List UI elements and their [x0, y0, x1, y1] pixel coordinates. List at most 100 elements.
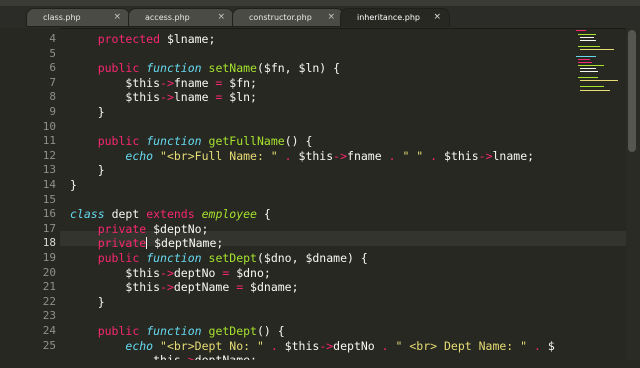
code-line: }	[70, 295, 105, 310]
line-number-gutter: 4 5 6 7 8 9 10 11 12 13 14 15 16 17 18 19 20 21 22 23 24 25	[0, 28, 60, 360]
code-line: }	[70, 105, 105, 120]
code-token: public	[97, 61, 140, 76]
code-token: ->	[181, 353, 195, 360]
minimap-line	[576, 56, 596, 57]
code-line: }	[70, 163, 105, 178]
scrollbar-thumb[interactable]	[628, 30, 636, 152]
code-line: echo "<br>Full Name: " . $this->fname . …	[70, 149, 534, 164]
code-editor[interactable]: protected $lname; public function setNam…	[70, 28, 626, 360]
code-token: () {	[284, 134, 313, 149]
code-token: function	[146, 134, 202, 149]
tab-label: constructor.php	[249, 13, 312, 22]
line-number	[0, 353, 56, 368]
line-number: 14	[42, 178, 56, 191]
code-line: public function getDept() {	[70, 324, 285, 339]
line-number: 12	[42, 148, 56, 162]
code-token: function	[146, 251, 202, 265]
tab-constructor-php[interactable]: constructor.php ×	[232, 8, 344, 27]
tab-inheritance-php[interactable]: inheritance.php ×	[340, 8, 450, 27]
code-token: deptName;	[195, 353, 257, 360]
line-number: 19	[42, 251, 56, 264]
code-token: fname	[173, 75, 216, 90]
close-icon[interactable]: ×	[217, 9, 225, 26]
line-number: 18	[42, 236, 56, 250]
code-line: class dept extends employee {	[70, 207, 271, 222]
code-token: deptNo	[173, 265, 223, 280]
code-token: ->	[319, 338, 334, 353]
minimap-line	[578, 77, 598, 78]
code-token: public	[97, 324, 140, 338]
code-line: protected $lname;	[70, 32, 216, 47]
minimap-line	[580, 49, 614, 50]
minimap[interactable]	[574, 28, 626, 98]
code-token: getDept	[208, 324, 257, 338]
tab-class-php[interactable]: class.php ×	[26, 8, 130, 27]
line-number: 7	[49, 75, 56, 89]
code-token: $dno;	[229, 265, 271, 280]
code-token: }	[97, 294, 105, 309]
code-token: {	[256, 207, 271, 222]
line-number: 23	[42, 309, 56, 323]
code-token: $	[540, 338, 555, 353]
code-line: public function setName($fn, $ln) {	[70, 61, 340, 76]
code-token: deptNo	[333, 338, 382, 353]
minimap-line	[580, 90, 610, 91]
code-token: this	[153, 353, 181, 360]
code-token: private	[97, 221, 147, 236]
line-number: 5	[49, 46, 56, 60]
code-token: $deptName;	[147, 236, 224, 251]
close-icon[interactable]: ×	[433, 9, 441, 26]
code-token: $this	[291, 148, 334, 163]
minimap-line	[576, 30, 586, 31]
minimap-line	[580, 80, 618, 81]
code-token: $this	[277, 338, 320, 353]
line-number: 22	[42, 294, 56, 308]
code-token: lname	[173, 90, 216, 105]
code-token: ->	[160, 280, 174, 295]
code-token: setDept	[208, 251, 257, 265]
minimap-line	[580, 37, 594, 38]
minimap-line	[580, 40, 596, 41]
code-line: public function setDept($dno, $dname) {	[70, 251, 368, 266]
code-token: $dname;	[243, 280, 299, 295]
code-token: ->	[160, 265, 174, 280]
code-token: ->	[160, 90, 174, 105]
code-token: public	[97, 134, 140, 149]
code-token: employee	[201, 207, 257, 222]
line-number: 8	[49, 90, 56, 104]
minimap-line	[578, 34, 596, 35]
code-line: $this->deptNo = $dno;	[70, 265, 271, 281]
line-number: 13	[42, 163, 56, 177]
code-line: private $deptName;	[70, 236, 224, 251]
close-icon[interactable]: ×	[113, 9, 121, 26]
code-token: "<br>Full Name: "	[160, 148, 278, 163]
line-number: 20	[42, 265, 56, 279]
tab-access-php[interactable]: access.php ×	[128, 8, 234, 27]
code-token: " <br> Dept Name: "	[395, 338, 528, 353]
code-token: echo	[125, 148, 154, 163]
minimap-line	[578, 62, 592, 63]
code-token: .	[284, 148, 292, 163]
line-number: 21	[42, 280, 56, 294]
code-token: ->	[333, 148, 348, 163]
line-number: 24	[42, 324, 56, 337]
tab-bar: class.php × access.php × constructor.php…	[0, 6, 640, 29]
close-icon[interactable]: ×	[327, 9, 335, 26]
code-token: .	[381, 338, 389, 353]
